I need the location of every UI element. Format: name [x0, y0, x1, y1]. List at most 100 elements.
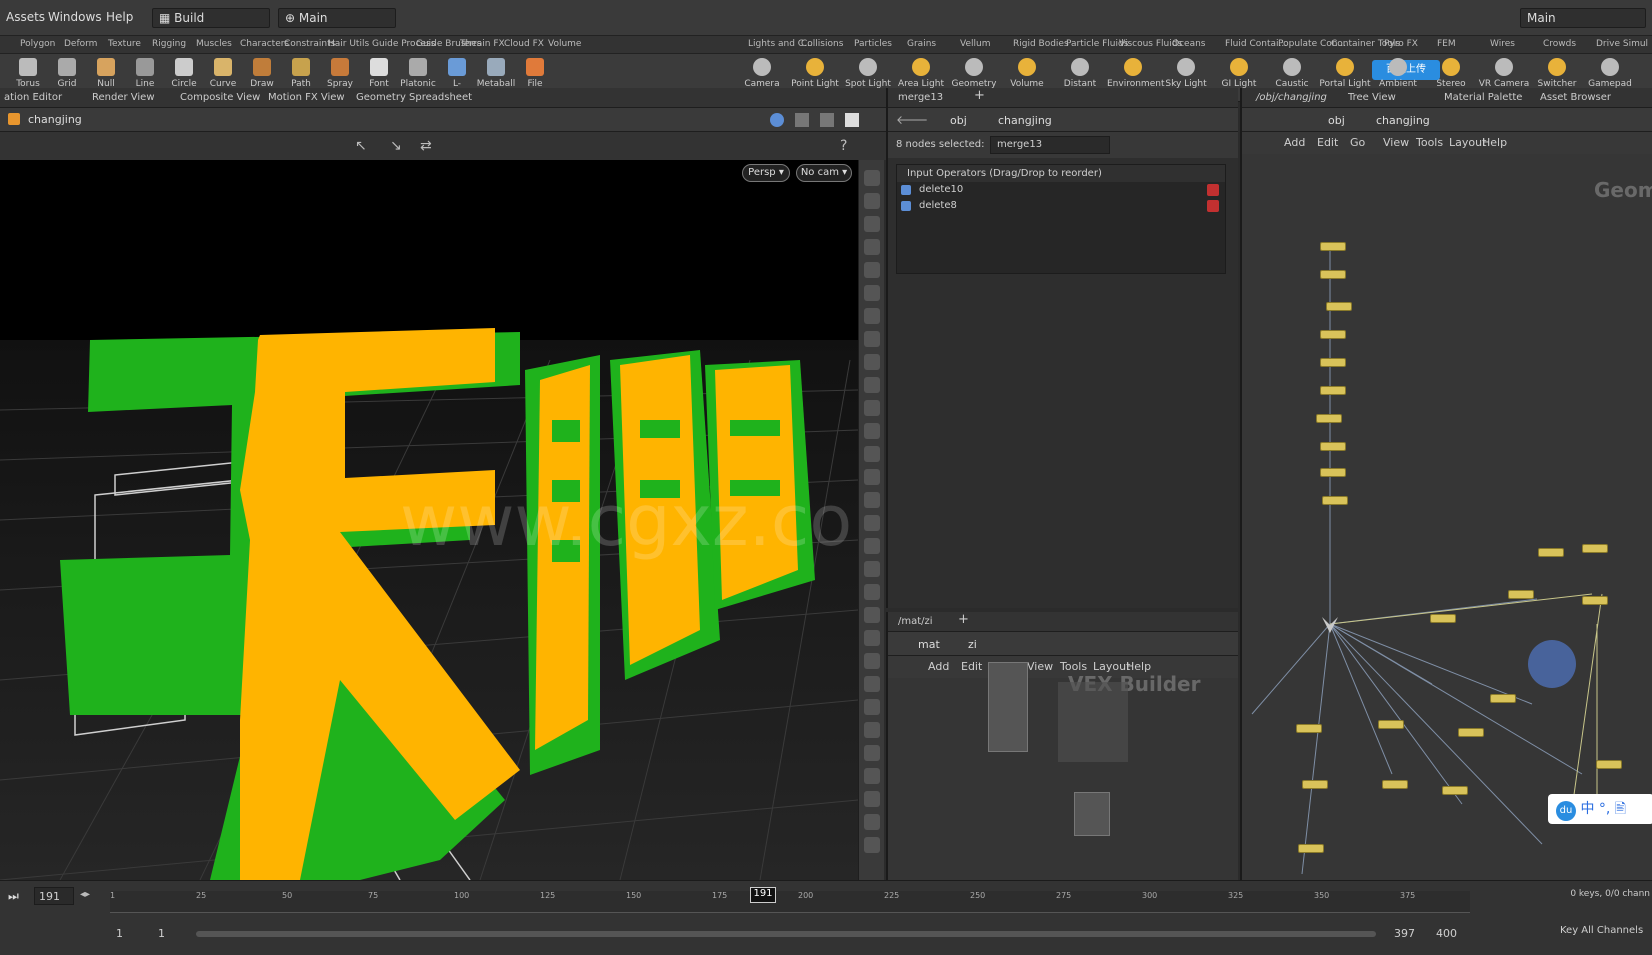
- network-node[interactable]: [1298, 844, 1324, 853]
- network-node[interactable]: [1322, 496, 1348, 505]
- viewport-tool-icon[interactable]: [864, 837, 880, 853]
- path-zi[interactable]: zi: [968, 638, 977, 651]
- viewport-tool-icon[interactable]: [864, 515, 880, 531]
- camera-icon[interactable]: [795, 113, 809, 127]
- ime-toolbar[interactable]: du 中 °, 🖹: [1548, 794, 1652, 824]
- add-tab-icon[interactable]: +: [974, 88, 985, 103]
- desktop-selector[interactable]: ▦ Build: [152, 8, 270, 28]
- tool-null[interactable]: Null: [86, 58, 126, 89]
- back-icon[interactable]: 🡐: [896, 112, 928, 127]
- viewport-tool-icon[interactable]: [864, 239, 880, 255]
- net-tab[interactable]: Asset Browser: [1540, 92, 1611, 103]
- tool-spot-light[interactable]: Spot Light: [842, 58, 894, 89]
- tool-camera[interactable]: Camera: [736, 58, 788, 89]
- network-node[interactable]: [1508, 590, 1534, 599]
- network-node[interactable]: [1382, 780, 1408, 789]
- path-mat[interactable]: mat: [918, 638, 940, 651]
- network-node[interactable]: [1326, 302, 1352, 311]
- tool-torus[interactable]: Torus: [8, 58, 48, 89]
- network-node[interactable]: [1296, 724, 1322, 733]
- shelf-tab[interactable]: Deform: [64, 39, 97, 49]
- vex-node[interactable]: [988, 662, 1028, 752]
- network-node[interactable]: [1538, 548, 1564, 557]
- key-all-channels-button[interactable]: Key All Channels: [1560, 925, 1643, 936]
- net-tab[interactable]: Tree View: [1348, 92, 1396, 103]
- viewport-tool-icon[interactable]: [864, 262, 880, 278]
- network-node[interactable]: [1320, 358, 1346, 367]
- network-node[interactable]: [1582, 544, 1608, 553]
- range-end[interactable]: 400: [1436, 927, 1457, 940]
- shelf-tab[interactable]: FEM: [1437, 39, 1456, 49]
- current-frame-field[interactable]: 191: [34, 887, 74, 905]
- shelf-tab[interactable]: Texture: [108, 39, 141, 49]
- menu-view[interactable]: View: [1027, 660, 1053, 673]
- viewport-tool-icon[interactable]: [864, 377, 880, 393]
- tool-metaball[interactable]: Metaball: [476, 58, 516, 89]
- tab-obj-changjing[interactable]: /obj/changjing: [1256, 92, 1327, 103]
- viewport-tool-icon[interactable]: [864, 354, 880, 370]
- viewport-tool-icon[interactable]: [864, 630, 880, 646]
- shelf-tab[interactable]: Drive Simul: [1596, 39, 1648, 49]
- tool-area-light[interactable]: Area Light: [895, 58, 947, 89]
- viewport-tool-icon[interactable]: [864, 768, 880, 784]
- menu-edit[interactable]: Edit: [961, 660, 982, 673]
- viewport-tool-icon[interactable]: [864, 193, 880, 209]
- node-name-field[interactable]: merge13: [990, 136, 1110, 154]
- network-node[interactable]: [1430, 614, 1456, 623]
- pane-tab[interactable]: Motion FX View: [268, 92, 345, 103]
- viewport-tool-icon[interactable]: [864, 584, 880, 600]
- tool-gi-light[interactable]: GI Light: [1213, 58, 1265, 89]
- path-node[interactable]: changjing: [998, 114, 1052, 127]
- shelf-tab[interactable]: Pyro FX: [1384, 39, 1418, 49]
- shelf-tab[interactable]: Characters: [240, 39, 289, 49]
- camera-menu[interactable]: No cam ▾: [796, 164, 852, 182]
- path-obj[interactable]: obj: [950, 114, 967, 127]
- viewport-path[interactable]: changjing: [28, 113, 82, 126]
- viewport-tool-icon[interactable]: [864, 745, 880, 761]
- remove-input-icon[interactable]: [1207, 184, 1219, 196]
- remove-input-icon[interactable]: [1207, 200, 1219, 212]
- tool-point-light[interactable]: Point Light: [789, 58, 841, 89]
- shelf-tab[interactable]: Hair Utils: [328, 39, 369, 49]
- network-node[interactable]: [1458, 728, 1484, 737]
- network-node[interactable]: [1320, 330, 1346, 339]
- viewport-tool-icon[interactable]: [864, 423, 880, 439]
- viewport-tool-icon[interactable]: [864, 446, 880, 462]
- network-node[interactable]: [1320, 270, 1346, 279]
- perspective-menu[interactable]: Persp ▾: [742, 164, 790, 182]
- shelf-tab[interactable]: Cloud FX: [504, 39, 544, 49]
- viewport-tool-icon[interactable]: [864, 285, 880, 301]
- network-node[interactable]: [1490, 694, 1516, 703]
- pin-icon[interactable]: [770, 113, 784, 127]
- handle-icon[interactable]: ⇄: [420, 138, 432, 154]
- transform-icon[interactable]: ↘: [390, 138, 402, 154]
- shelf-tab[interactable]: Rigging: [152, 39, 186, 49]
- net-path-node[interactable]: changjing: [1376, 114, 1430, 127]
- tool-portal-light[interactable]: Portal Light: [1319, 58, 1371, 89]
- add-tab-icon[interactable]: +: [958, 612, 969, 627]
- tab-merge13[interactable]: merge13: [898, 92, 943, 103]
- node-graph[interactable]: [1242, 154, 1652, 880]
- tool-circle[interactable]: Circle: [164, 58, 204, 89]
- shelf-tab[interactable]: Particles: [854, 39, 892, 49]
- network-node[interactable]: [1320, 242, 1346, 251]
- tool-line[interactable]: Line: [125, 58, 165, 89]
- step-icon[interactable]: ◂▸: [80, 889, 90, 900]
- shelf-tab[interactable]: Polygon: [20, 39, 55, 49]
- network-node[interactable]: [1582, 596, 1608, 605]
- shelf-tab[interactable]: Collisions: [801, 39, 843, 49]
- network-node[interactable]: [1442, 786, 1468, 795]
- viewport-tool-icon[interactable]: [864, 561, 880, 577]
- viewport-tool-icon[interactable]: [864, 814, 880, 830]
- play-end-icon[interactable]: ⏭: [8, 889, 19, 904]
- menu-edit[interactable]: Edit: [1317, 136, 1338, 149]
- range-start[interactable]: 1: [116, 927, 123, 940]
- select-icon[interactable]: ↖: [355, 138, 367, 154]
- shelf-tab[interactable]: Terrain FX: [460, 39, 505, 49]
- range-slider[interactable]: [196, 931, 1376, 937]
- tool-sky-light[interactable]: Sky Light: [1160, 58, 1212, 89]
- network-node[interactable]: [1320, 468, 1346, 477]
- tool-curve[interactable]: Curve: [203, 58, 243, 89]
- view-icon[interactable]: [845, 113, 859, 127]
- viewport-tool-icon[interactable]: [864, 607, 880, 623]
